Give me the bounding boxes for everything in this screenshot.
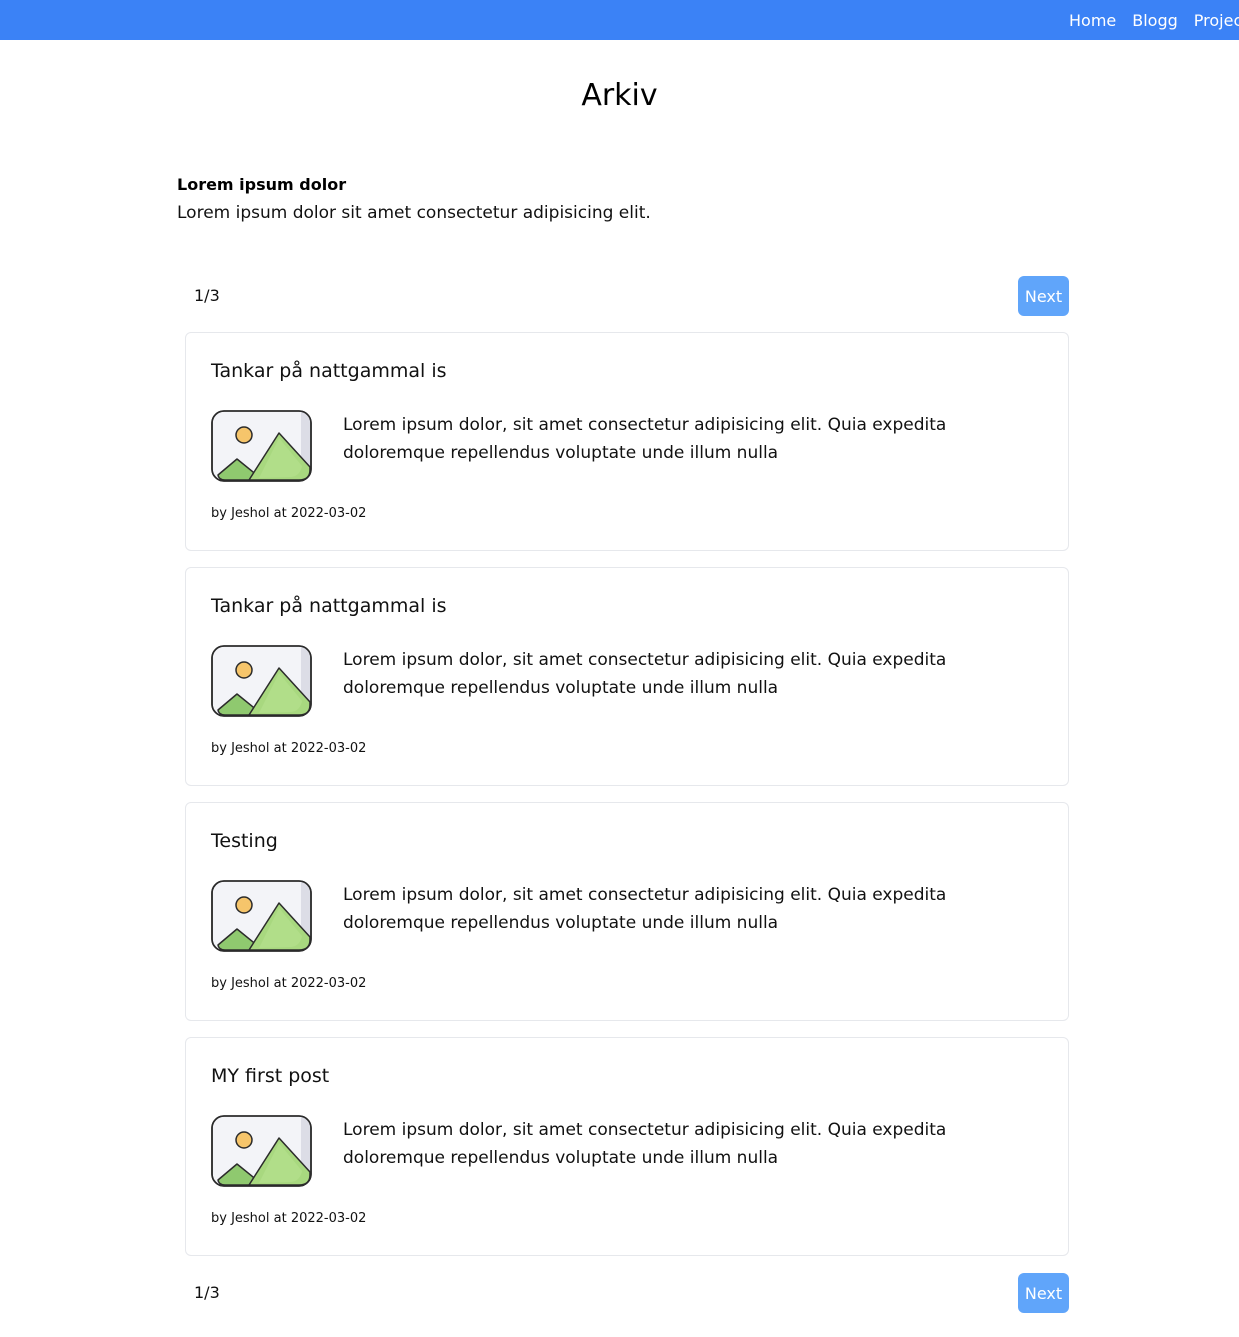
post-excerpt: Lorem ipsum dolor, sit amet consectetur … <box>343 415 947 463</box>
page-title: Arkiv <box>581 78 658 113</box>
post-excerpt: Lorem ipsum dolor, sit amet consectetur … <box>343 650 947 698</box>
intro-heading: Lorem ipsum dolor <box>177 175 347 194</box>
post-meta: by Jeshol at 2022-03-02 <box>211 976 367 991</box>
top-nav-bar: Home Blogg Project <box>0 0 1239 40</box>
post-card[interactable]: Tankar på nattgammal is Lorem ipsum dolo… <box>185 567 1069 786</box>
post-excerpt: Lorem ipsum dolor, sit amet consectetur … <box>343 885 947 933</box>
post-card[interactable]: MY first post Lorem ipsum dolor, sit ame… <box>185 1037 1069 1256</box>
image-placeholder-icon <box>211 1115 312 1187</box>
post-card[interactable]: Tankar på nattgammal is Lorem ipsum dolo… <box>185 332 1069 551</box>
nav-link-home[interactable]: Home <box>1069 11 1116 30</box>
pagination-top: 1/3 Next <box>194 276 1069 316</box>
nav-link-project[interactable]: Project <box>1194 11 1239 30</box>
post-excerpt: Lorem ipsum dolor, sit amet consectetur … <box>343 1120 947 1168</box>
nav-link-blogg[interactable]: Blogg <box>1132 11 1178 30</box>
post-meta: by Jeshol at 2022-03-02 <box>211 741 367 756</box>
image-placeholder-icon <box>211 880 312 952</box>
post-title[interactable]: Tankar på nattgammal is <box>211 595 447 617</box>
post-meta: by Jeshol at 2022-03-02 <box>211 506 367 521</box>
page-count: 1/3 <box>194 286 220 305</box>
next-button[interactable]: Next <box>1018 276 1069 316</box>
intro-text: Lorem ipsum dolor sit amet consectetur a… <box>177 203 651 223</box>
main-nav: Home Blogg Project <box>1069 0 1239 40</box>
post-meta: by Jeshol at 2022-03-02 <box>211 1211 367 1226</box>
pagination-bottom: 1/3 Next <box>194 1273 1069 1313</box>
image-placeholder-icon <box>211 410 312 482</box>
post-list: Tankar på nattgammal is Lorem ipsum dolo… <box>185 332 1069 1272</box>
page-count: 1/3 <box>194 1283 220 1302</box>
image-placeholder-icon <box>211 645 312 717</box>
next-button[interactable]: Next <box>1018 1273 1069 1313</box>
post-title[interactable]: MY first post <box>211 1065 329 1087</box>
post-title[interactable]: Testing <box>211 830 278 852</box>
post-card[interactable]: Testing Lorem ipsum dolor, sit amet cons… <box>185 802 1069 1021</box>
post-title[interactable]: Tankar på nattgammal is <box>211 360 447 382</box>
